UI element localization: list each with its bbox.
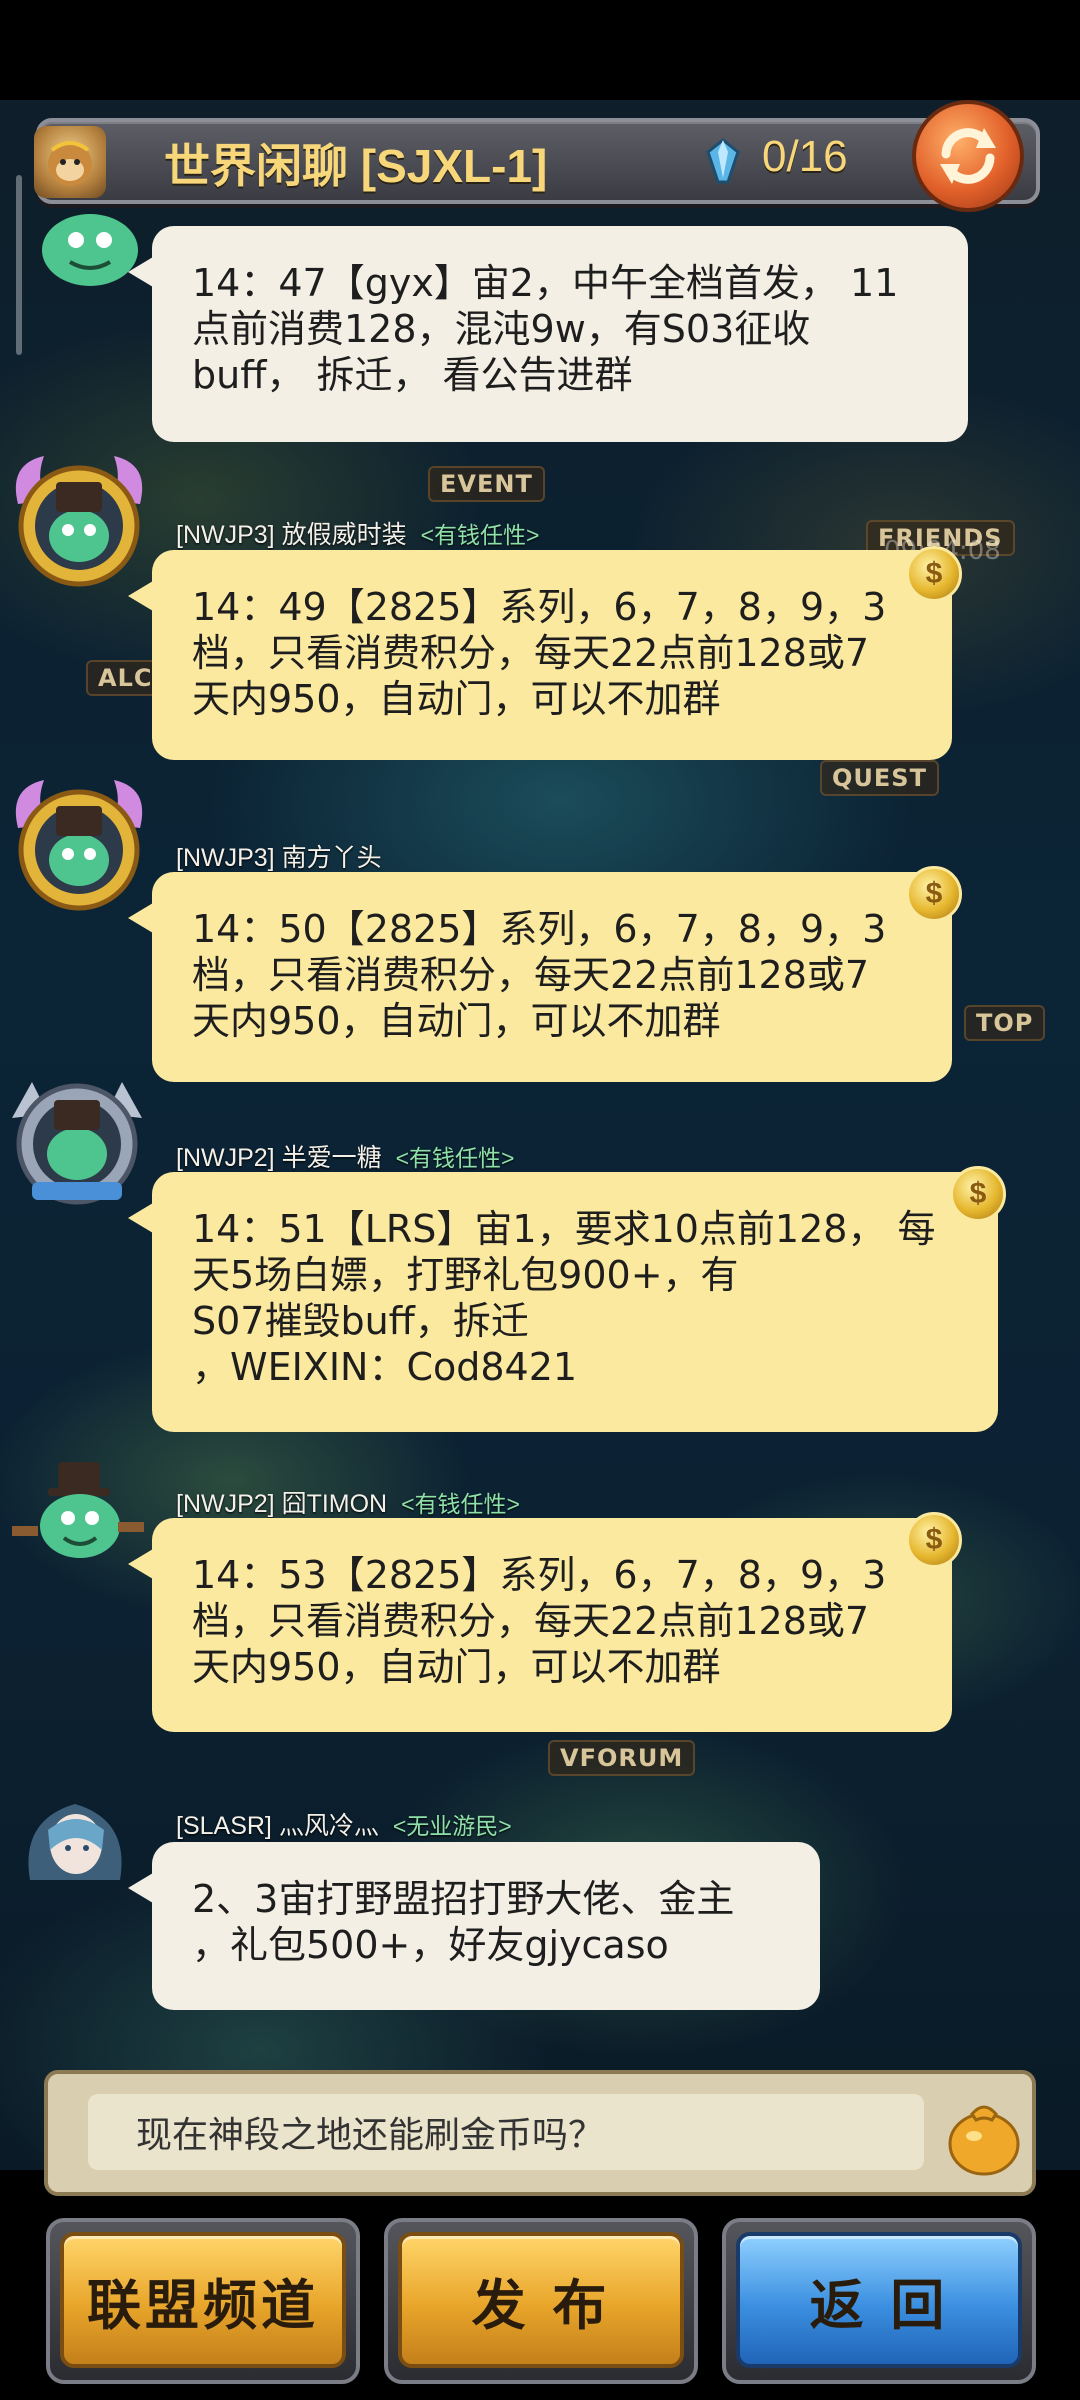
anime-girl-avatar-icon[interactable] (10, 1790, 140, 1890)
sender-name[interactable]: [SLASR] 灬风冷灬 <无业游民> (176, 1806, 512, 1842)
sender-name-text: [NWJP3] 南方丫头 (176, 844, 382, 872)
emoji-bag-icon[interactable] (946, 2092, 1022, 2176)
chat-message-bubble[interactable]: 14：50【2825】系列，6，7，8，9，3 档，只看消费积分，每天22点前1… (128, 872, 952, 1082)
refresh-button[interactable] (912, 100, 1024, 212)
coin-badge-icon: $ (906, 546, 962, 602)
silver-frame-avatar-icon[interactable] (2, 1064, 152, 1214)
sender-name-text: [NWJP3] 放假威时装 (176, 521, 407, 549)
vip-frame-avatar-icon[interactable] (4, 444, 154, 594)
sender-title: <有钱任性> (401, 1491, 520, 1517)
message-count: 0/16 (762, 132, 848, 181)
alliance-channel-button[interactable]: 联盟频道 (60, 2232, 346, 2368)
channel-title: 世界闲聊 [SJXL-1] (164, 140, 548, 192)
coin-badge-icon: $ (906, 866, 962, 922)
chat-message-bubble[interactable]: 14：47【gyx】宙2，中午全档首发， 11 点前消费128，混沌9w，有S0… (128, 226, 968, 442)
map-label-vforum: VFORUM (548, 1740, 696, 1776)
chat-message-bubble[interactable]: 14：49【2825】系列，6，7，8，9，3 档，只看消费积分，每天22点前1… (128, 550, 952, 760)
sender-name[interactable]: [NWJP2] 囧TIMON <有钱任性> (176, 1484, 520, 1520)
map-label-top: TOP (964, 1005, 1046, 1041)
coin-badge-icon: $ (950, 1166, 1006, 1222)
chat-message-bubble[interactable]: 14：51【LRS】宙1，要求10点前128， 每 天5场白嫖，打野礼包900+… (128, 1172, 998, 1432)
sender-title: <无业游民> (392, 1813, 512, 1839)
map-label-event: EVENT (428, 466, 545, 502)
refresh-icon (940, 128, 996, 184)
chat-input[interactable] (88, 2094, 924, 2170)
crystal-icon (706, 138, 740, 184)
sender-title: <有钱任性> (395, 1145, 515, 1171)
player-avatar-icon[interactable] (8, 1456, 148, 1566)
sender-name[interactable]: [NWJP2] 半爱一糖 <有钱任性> (176, 1138, 514, 1174)
sender-title: <有钱任性> (420, 522, 540, 548)
map-label-quest: QUEST (820, 760, 939, 796)
chat-message-bubble[interactable]: 2、3宙打野盟招打野大佬、金主 ，礼包500+，好友gjycaso (128, 1842, 820, 2010)
coin-badge-icon: $ (906, 1512, 962, 1568)
sender-name-text: [NWJP2] 半爱一糖 (176, 1144, 382, 1172)
sender-name-text: [SLASR] 灬风冷灬 (176, 1812, 379, 1840)
back-button[interactable]: 返 回 (736, 2232, 1022, 2368)
monkey-king-avatar-icon (34, 126, 106, 198)
vip-frame-avatar-icon[interactable] (4, 768, 154, 918)
sender-name-text: [NWJP2] 囧TIMON (176, 1490, 388, 1518)
publish-button[interactable]: 发 布 (398, 2232, 684, 2368)
sender-name[interactable]: [NWJP3] 南方丫头 (176, 838, 382, 874)
monkey-face-icon (48, 141, 92, 186)
chat-message-bubble[interactable]: 14：53【2825】系列，6，7，8，9，3 档，只看消费积分，每天22点前1… (128, 1518, 952, 1732)
sender-name[interactable]: [NWJP3] 放假威时装 <有钱任性> (176, 515, 539, 551)
